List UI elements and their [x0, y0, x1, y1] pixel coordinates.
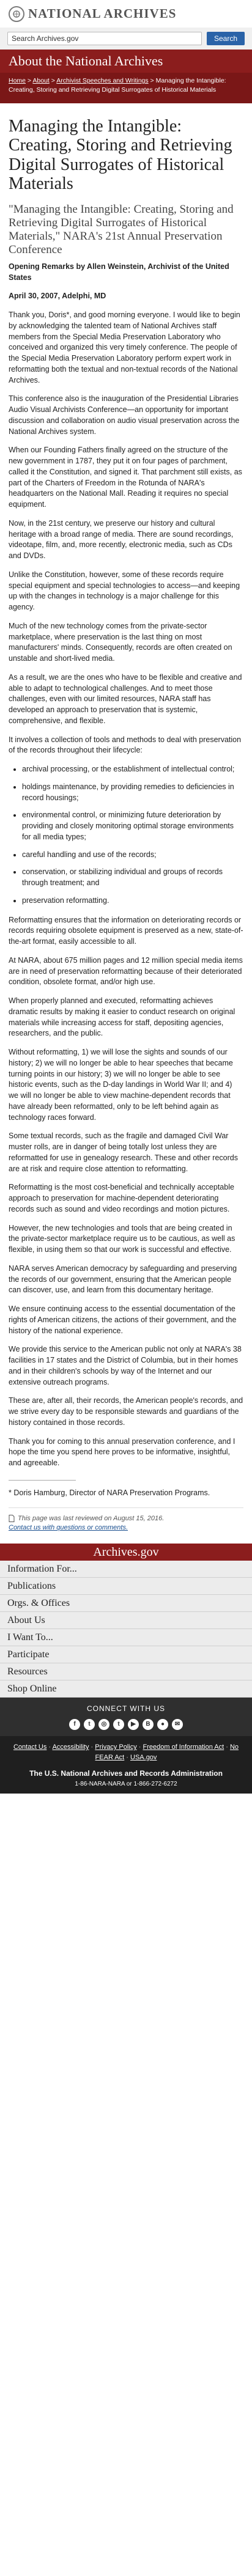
search-bar: Search	[0, 28, 252, 50]
paragraph: Thank you, Doris*, and good morning ever…	[9, 311, 240, 385]
footnote-divider	[9, 1479, 76, 1481]
search-button[interactable]: Search	[206, 32, 245, 45]
list-item: careful handling and use of the records;	[22, 850, 243, 861]
list-item: archival processing, or the establishmen…	[22, 764, 243, 775]
list-item: environmental control, or minimizing fut…	[22, 810, 243, 842]
footer-menu-orgs-offices[interactable]: Orgs. & Offices	[0, 1595, 252, 1613]
email-icon[interactable]: ✉	[172, 1719, 183, 1731]
list-item: preservation reformatting.	[22, 896, 243, 907]
paragraph: Reformatting is the most cost-beneficial…	[9, 1183, 234, 1213]
list-item: conservation, or stabilizing individual …	[22, 867, 243, 889]
footer-link-contact[interactable]: Contact Us	[13, 1743, 46, 1751]
speaker-line: Opening Remarks by Allen Weinstein, Arch…	[9, 262, 229, 282]
paragraph: At NARA, about 675 million pages and 12 …	[9, 955, 243, 987]
paragraph: As a result, we are the ones who have to…	[9, 672, 242, 725]
paragraph: Some textual records, such as the fragil…	[9, 1132, 238, 1173]
lifecycle-list: archival processing, or the establishmen…	[9, 764, 243, 907]
agency-phone: 1-86-NARA-NARA or 1-866-272-6272	[0, 1778, 252, 1794]
main-content: Managing the Intangible: Creating, Stori…	[0, 103, 252, 1544]
paragraph: We provide this service to the American …	[9, 1345, 242, 1386]
last-reviewed-block: This page was last reviewed on August 15…	[9, 1507, 243, 1544]
social-icons: f t ◎ t ▶ B ● ✉	[0, 1719, 252, 1731]
list-item: holdings maintenance, by providing remed…	[22, 782, 243, 804]
speech-title: "Managing the Intangible: Creating, Stor…	[9, 203, 234, 256]
footer-menu-about-us[interactable]: About Us	[0, 1612, 252, 1630]
footer-link-usa-gov[interactable]: USA.gov	[130, 1754, 157, 1761]
section-title: About the National Archives	[9, 53, 163, 68]
paragraph: However, the new technologies and tools …	[9, 1223, 235, 1254]
paragraph: NARA serves American democracy by safegu…	[9, 1264, 237, 1295]
paragraph: Unlike the Constitution, however, some o…	[9, 570, 240, 612]
national-archives-seal-icon[interactable]	[9, 6, 24, 22]
document-icon	[9, 1515, 15, 1523]
search-input[interactable]	[7, 32, 202, 45]
site-logo-text[interactable]: NATIONAL ARCHIVES	[28, 5, 176, 23]
footer-links: Contact Us · Accessibility · Privacy Pol…	[0, 1736, 252, 1767]
footer-menu: Information For... Publications Orgs. & …	[0, 1561, 252, 1698]
paragraph: Much of the new technology comes from th…	[9, 621, 232, 663]
footer-menu-resources[interactable]: Resources	[0, 1663, 252, 1681]
breadcrumb: Home > About > Archivist Speeches and Wr…	[0, 73, 252, 103]
breadcrumb-speeches[interactable]: Archivist Speeches and Writings	[56, 77, 148, 84]
connect-section: CONNECT WITH US f t ◎ t ▶ B ● ✉	[0, 1698, 252, 1737]
blogs-icon[interactable]: B	[143, 1719, 154, 1731]
facebook-icon[interactable]: f	[69, 1719, 80, 1731]
tumblr-icon[interactable]: t	[113, 1719, 124, 1731]
paragraph: Without reformatting, 1) we will lose th…	[9, 1048, 233, 1122]
footer-title[interactable]: Archives.gov	[0, 1544, 252, 1561]
footer-menu-information-for[interactable]: Information For...	[0, 1561, 252, 1578]
contact-link[interactable]: Contact us with questions or comments.	[9, 1524, 128, 1531]
paragraph: We ensure continuing access to the essen…	[9, 1305, 237, 1335]
paragraph: These are, after all, their records, the…	[9, 1396, 243, 1427]
youtube-icon[interactable]: ▶	[128, 1719, 139, 1731]
last-reviewed-text: This page was last reviewed on August 15…	[18, 1514, 165, 1522]
breadcrumb-about[interactable]: About	[32, 77, 49, 84]
paragraph: Thank you for coming to this annual pres…	[9, 1437, 235, 1468]
page-title: Managing the Intangible: Creating, Stori…	[9, 117, 232, 194]
instagram-icon[interactable]: ◎	[98, 1719, 109, 1731]
paragraph: It involves a collection of tools and me…	[9, 735, 242, 755]
flickr-icon[interactable]: ●	[157, 1719, 168, 1731]
paragraph: This conference also is the inauguration…	[9, 394, 240, 436]
site-header: NATIONAL ARCHIVES	[0, 0, 252, 28]
section-banner: About the National Archives	[0, 50, 252, 73]
agency-name: The U.S. National Archives and Records A…	[0, 1766, 252, 1779]
twitter-icon[interactable]: t	[84, 1719, 95, 1731]
footer-menu-shop-online[interactable]: Shop Online	[0, 1680, 252, 1698]
paragraph: Reformatting ensures that the informatio…	[9, 915, 243, 946]
footer-menu-i-want-to[interactable]: I Want To...	[0, 1629, 252, 1647]
date-line: April 30, 2007, Adelphi, MD	[9, 292, 106, 301]
paragraph: When our Founding Fathers finally agreed…	[9, 446, 242, 509]
footer-menu-publications[interactable]: Publications	[0, 1578, 252, 1595]
breadcrumb-home[interactable]: Home	[9, 77, 26, 84]
footer-link-accessibility[interactable]: Accessibility	[53, 1743, 89, 1751]
paragraph: Now, in the 21st century, we preserve ou…	[9, 518, 234, 561]
footer-link-privacy[interactable]: Privacy Policy	[95, 1743, 136, 1751]
footer-menu-participate[interactable]: Participate	[0, 1646, 252, 1664]
connect-title: CONNECT WITH US	[86, 1704, 166, 1713]
footnote: * Doris Hamburg, Director of NARA Preser…	[9, 1488, 210, 1497]
paragraph: When properly planned and executed, refo…	[9, 996, 235, 1038]
footer-link-foia[interactable]: Freedom of Information Act	[143, 1743, 224, 1751]
